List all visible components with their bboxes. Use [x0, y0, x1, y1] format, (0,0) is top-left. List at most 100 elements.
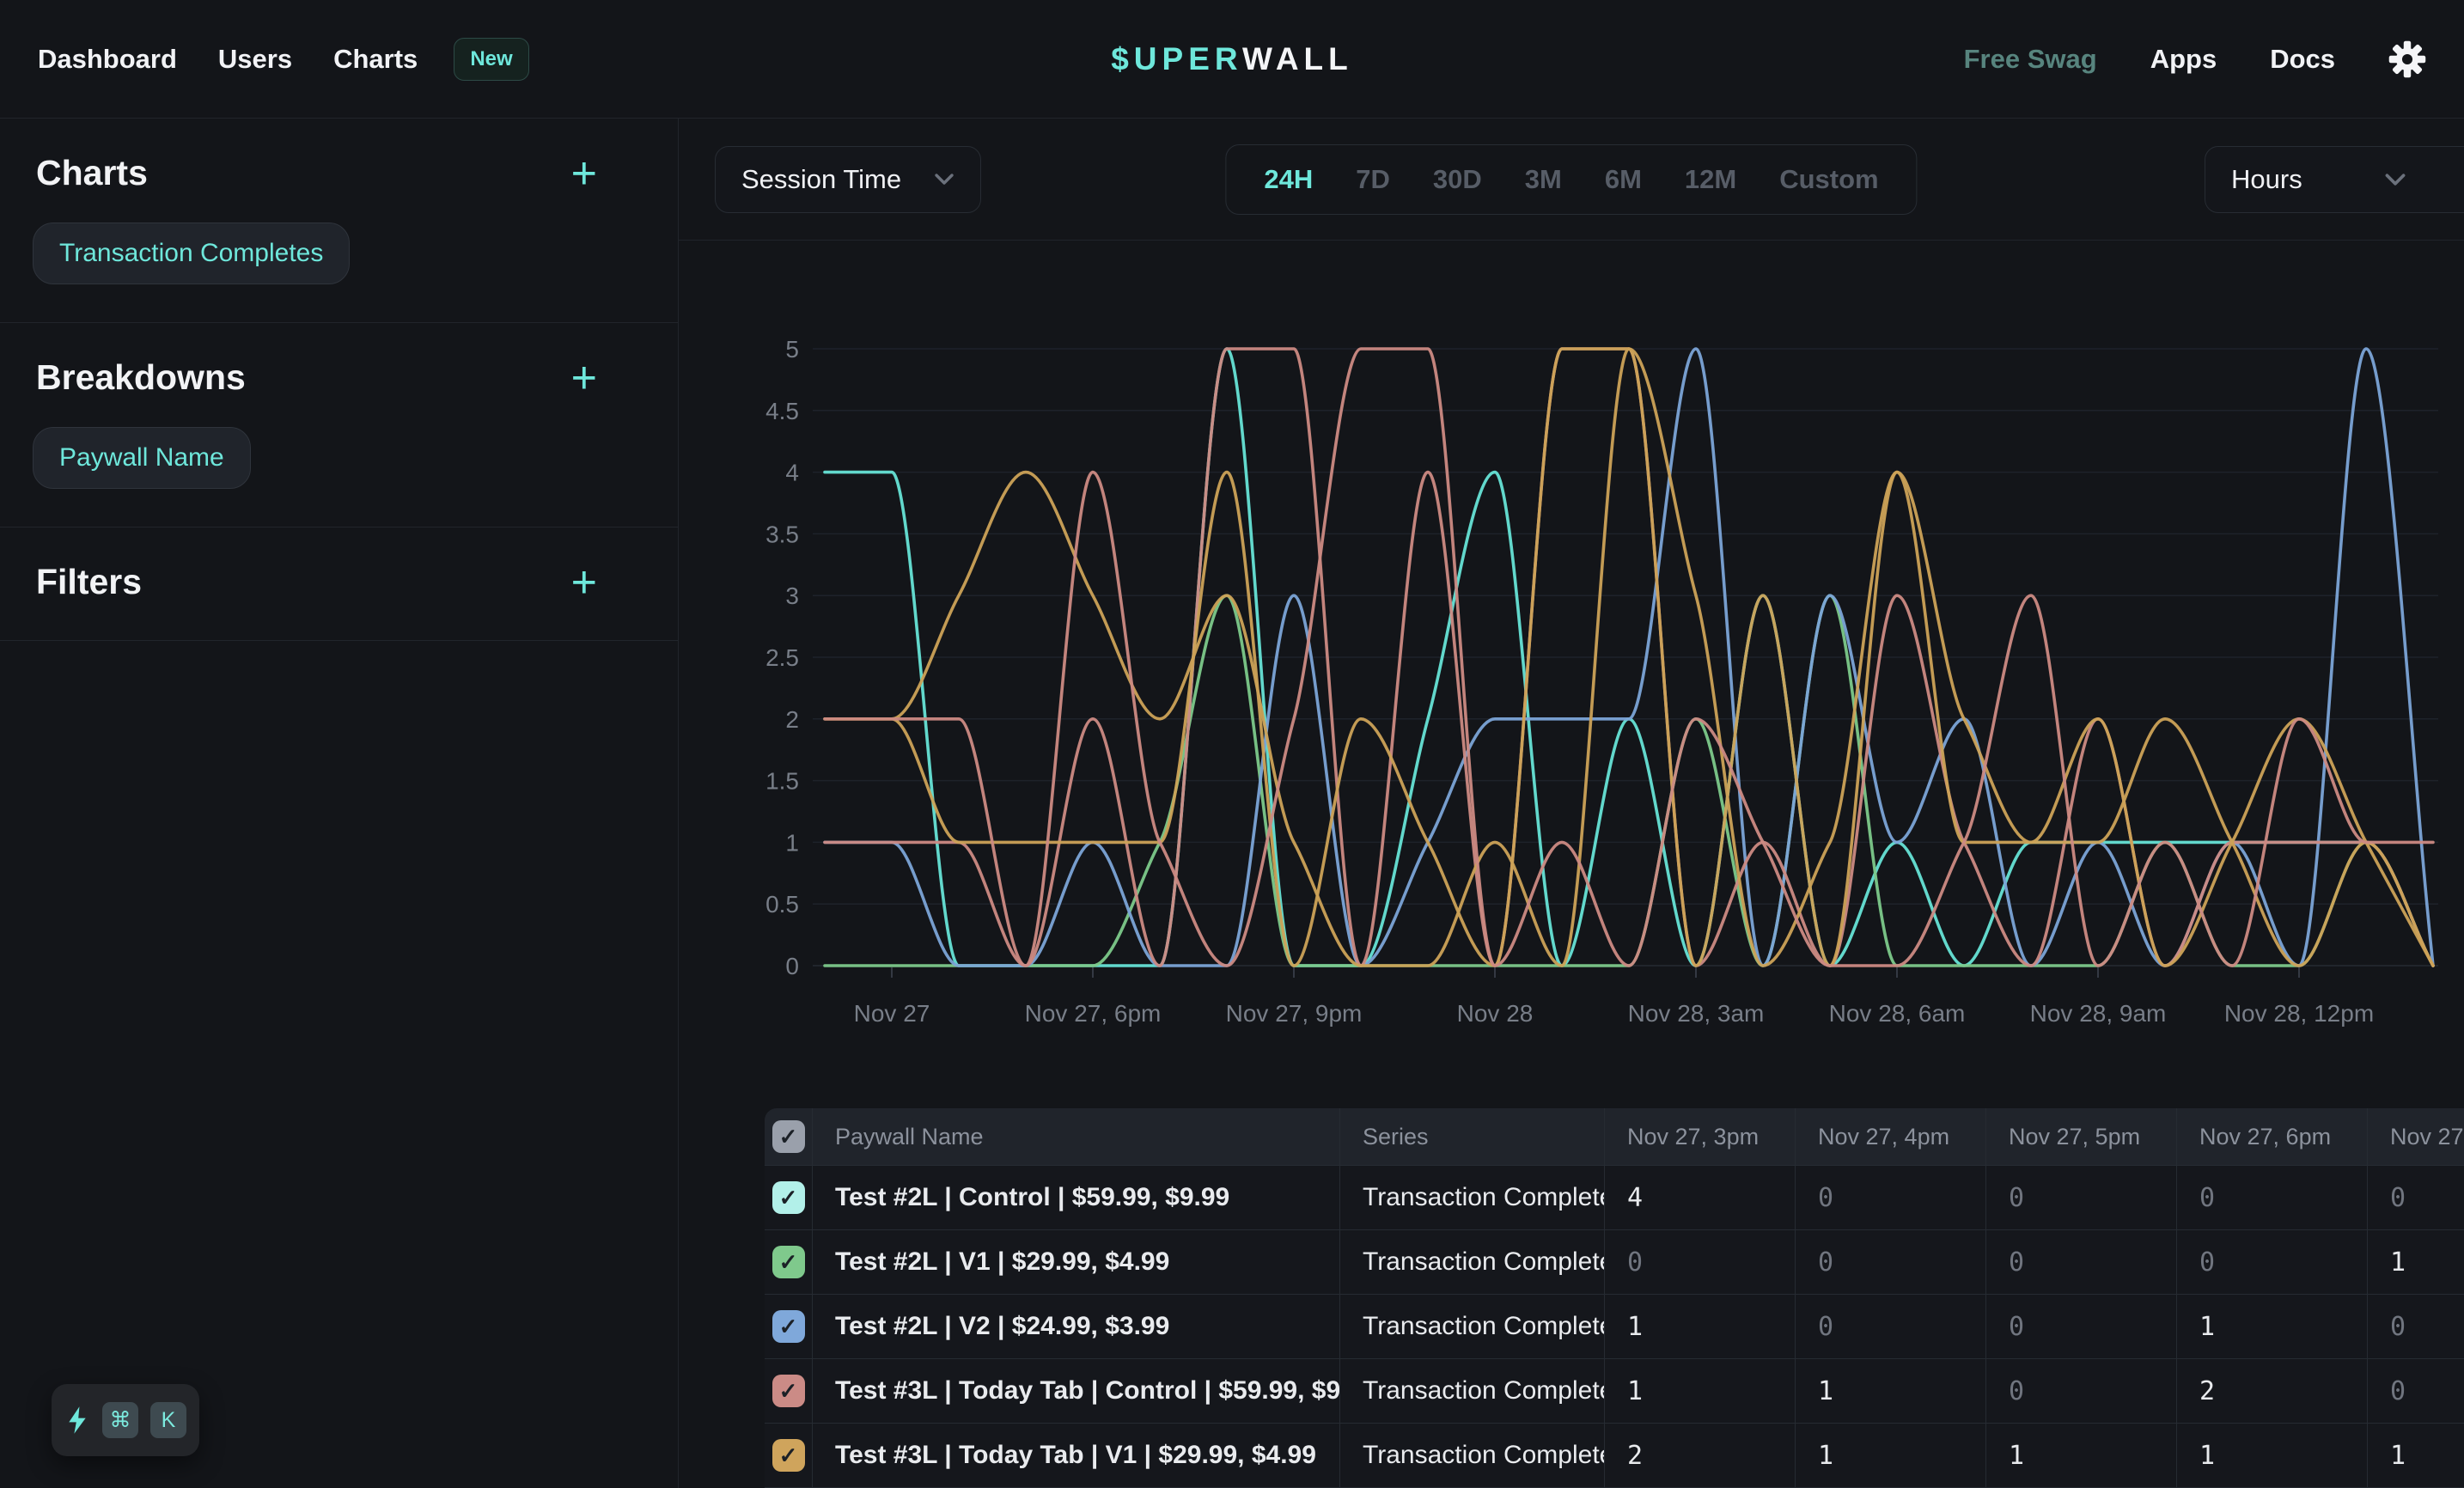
- table-header-paywall-name: Paywall Name: [813, 1108, 1340, 1166]
- x-axis-label: Nov 28: [1457, 1000, 1534, 1027]
- row-checkbox-cell: ✓: [765, 1424, 813, 1488]
- value-cell-4-1: 1: [1796, 1424, 1986, 1488]
- y-axis-label: 2.5: [765, 644, 799, 671]
- sidebar-section-breakdowns: Breakdowns + Paywall Name: [0, 323, 678, 528]
- breakdown-table: ✓Paywall NameSeriesNov 27, 3pmNov 27, 4p…: [765, 1108, 2464, 1488]
- y-axis-label: 0: [785, 953, 799, 979]
- nav-item-apps[interactable]: Apps: [2150, 44, 2217, 75]
- settings-gear-icon[interactable]: [2388, 40, 2426, 78]
- select-all-checkbox-cell: ✓: [765, 1108, 813, 1166]
- paywall-name-cell: Test #3L | Today Tab | Control | $59.99,…: [813, 1359, 1340, 1424]
- y-axis-label: 1: [785, 829, 799, 856]
- y-axis-label: 4: [785, 460, 799, 486]
- sidebar-section-header: Charts +: [33, 153, 645, 193]
- range-tab-24h[interactable]: 24H: [1264, 164, 1313, 195]
- sidebar-section-title: Breakdowns: [36, 357, 246, 398]
- range-tab-custom[interactable]: Custom: [1779, 164, 1878, 195]
- value-cell-1-1: 0: [1796, 1230, 1986, 1295]
- sidebar-chips: Paywall Name: [33, 427, 645, 489]
- value-cell-4-2: 1: [1986, 1424, 2177, 1488]
- chart-controls: Session Time 24H 7D 30D 3M 6M 12M Custom Hours: [679, 119, 2464, 241]
- nav-item-free-swag[interactable]: Free Swag: [1964, 44, 2097, 75]
- command-palette-shortcut[interactable]: ⌘ K: [52, 1384, 199, 1456]
- series-cell: Transaction Completes: [1340, 1230, 1605, 1295]
- nav-item-docs[interactable]: Docs: [2270, 44, 2335, 75]
- value-cell-2-2: 0: [1986, 1295, 2177, 1359]
- select-all-checkbox[interactable]: ✓: [772, 1120, 805, 1153]
- new-badge: New: [454, 38, 528, 81]
- nav-item-dashboard[interactable]: Dashboard: [38, 44, 177, 75]
- value-cell-3-0: 1: [1605, 1359, 1796, 1424]
- cmd-keycap: ⌘: [102, 1402, 138, 1438]
- series-cell: Transaction Completes: [1340, 1295, 1605, 1359]
- row-checkbox-4[interactable]: ✓: [772, 1439, 805, 1472]
- range-tab-6m[interactable]: 6M: [1605, 164, 1642, 195]
- add-breakdowns-button[interactable]: +: [571, 361, 642, 395]
- value-cell-0-4: 0: [2368, 1166, 2464, 1230]
- row-checkbox-cell: ✓: [765, 1295, 813, 1359]
- sidebar-chips: Transaction Completes: [33, 223, 645, 284]
- range-tab-7d[interactable]: 7D: [1356, 164, 1390, 195]
- nav-item-charts[interactable]: Charts: [333, 44, 418, 75]
- value-cell-1-4: 1: [2368, 1230, 2464, 1295]
- value-cell-3-3: 2: [2177, 1359, 2368, 1424]
- y-axis-label: 4.5: [765, 398, 799, 424]
- table-header-hour-3: Nov 27, 5pm: [1986, 1108, 2177, 1166]
- x-axis-label: Nov 27: [854, 1000, 930, 1027]
- unit-select-value: Hours: [2231, 164, 2302, 195]
- x-axis-label: Nov 28, 6am: [1829, 1000, 1966, 1027]
- paywall-name-cell: Test #2L | V2 | $24.99, $3.99: [813, 1295, 1340, 1359]
- logo-rest: WALL: [1242, 41, 1353, 76]
- series-cell: Transaction Completes: [1340, 1359, 1605, 1424]
- sidebar-section-charts: Charts + Transaction Completes: [0, 119, 678, 323]
- range-tab-12m[interactable]: 12M: [1685, 164, 1736, 195]
- x-axis-label: Nov 28, 3am: [1628, 1000, 1765, 1027]
- range-tab-30d[interactable]: 30D: [1433, 164, 1482, 195]
- paywall-name-cell: Test #3L | Today Tab | V1 | $29.99, $4.9…: [813, 1424, 1340, 1488]
- sidebar-section-title: Charts: [36, 153, 148, 193]
- sidebar-section-filters: Filters+: [0, 528, 678, 641]
- value-cell-0-1: 0: [1796, 1166, 1986, 1230]
- value-cell-0-3: 0: [2177, 1166, 2368, 1230]
- value-cell-2-0: 1: [1605, 1295, 1796, 1359]
- nav-left: Dashboard Users Charts New: [38, 38, 529, 81]
- k-keycap: K: [150, 1402, 186, 1438]
- value-cell-4-3: 1: [2177, 1424, 2368, 1488]
- chip-paywall-name[interactable]: Paywall Name: [33, 427, 251, 489]
- y-axis-label: 0.5: [765, 891, 799, 918]
- add-charts-button[interactable]: +: [571, 156, 642, 191]
- row-checkbox-1[interactable]: ✓: [772, 1246, 805, 1278]
- paywall-name-cell: Test #2L | Control | $59.99, $9.99: [813, 1166, 1340, 1230]
- row-checkbox-3[interactable]: ✓: [772, 1375, 805, 1407]
- superwall-logo[interactable]: $UPERWALL: [1111, 41, 1353, 77]
- value-cell-3-2: 0: [1986, 1359, 2177, 1424]
- value-cell-2-3: 1: [2177, 1295, 2368, 1359]
- value-cell-3-1: 1: [1796, 1359, 1986, 1424]
- value-cell-2-1: 0: [1796, 1295, 1986, 1359]
- row-checkbox-2[interactable]: ✓: [772, 1310, 805, 1343]
- x-axis-label: Nov 28, 9am: [2030, 1000, 2167, 1027]
- chevron-down-icon: [2384, 173, 2406, 186]
- value-cell-2-4: 0: [2368, 1295, 2464, 1359]
- row-checkbox-cell: ✓: [765, 1359, 813, 1424]
- row-checkbox-cell: ✓: [765, 1230, 813, 1295]
- x-axis-label: Nov 27, 9pm: [1226, 1000, 1363, 1027]
- value-cell-1-0: 0: [1605, 1230, 1796, 1295]
- chip-transaction-completes[interactable]: Transaction Completes: [33, 223, 350, 284]
- paywall-name-cell: Test #2L | V1 | $29.99, $4.99: [813, 1230, 1340, 1295]
- y-axis-label: 2: [785, 706, 799, 733]
- add-filters-button[interactable]: +: [571, 565, 642, 600]
- y-axis-label: 3: [785, 582, 799, 609]
- nav-item-users[interactable]: Users: [218, 44, 292, 75]
- metric-select[interactable]: Session Time: [715, 146, 981, 213]
- table-header-hour-4: Nov 27, 6pm: [2177, 1108, 2368, 1166]
- lightning-bolt-icon: [64, 1406, 90, 1435]
- table-header-series: Series: [1340, 1108, 1605, 1166]
- value-cell-4-4: 1: [2368, 1424, 2464, 1488]
- line-chart: 54.543.532.521.510.50Nov 27Nov 27, 6pmNo…: [679, 241, 2464, 1108]
- range-tabs: 24H 7D 30D 3M 6M 12M Custom: [1225, 144, 1917, 215]
- range-tab-3m[interactable]: 3M: [1525, 164, 1562, 195]
- unit-select[interactable]: Hours: [2205, 146, 2464, 213]
- value-cell-0-2: 0: [1986, 1166, 2177, 1230]
- row-checkbox-0[interactable]: ✓: [772, 1181, 805, 1214]
